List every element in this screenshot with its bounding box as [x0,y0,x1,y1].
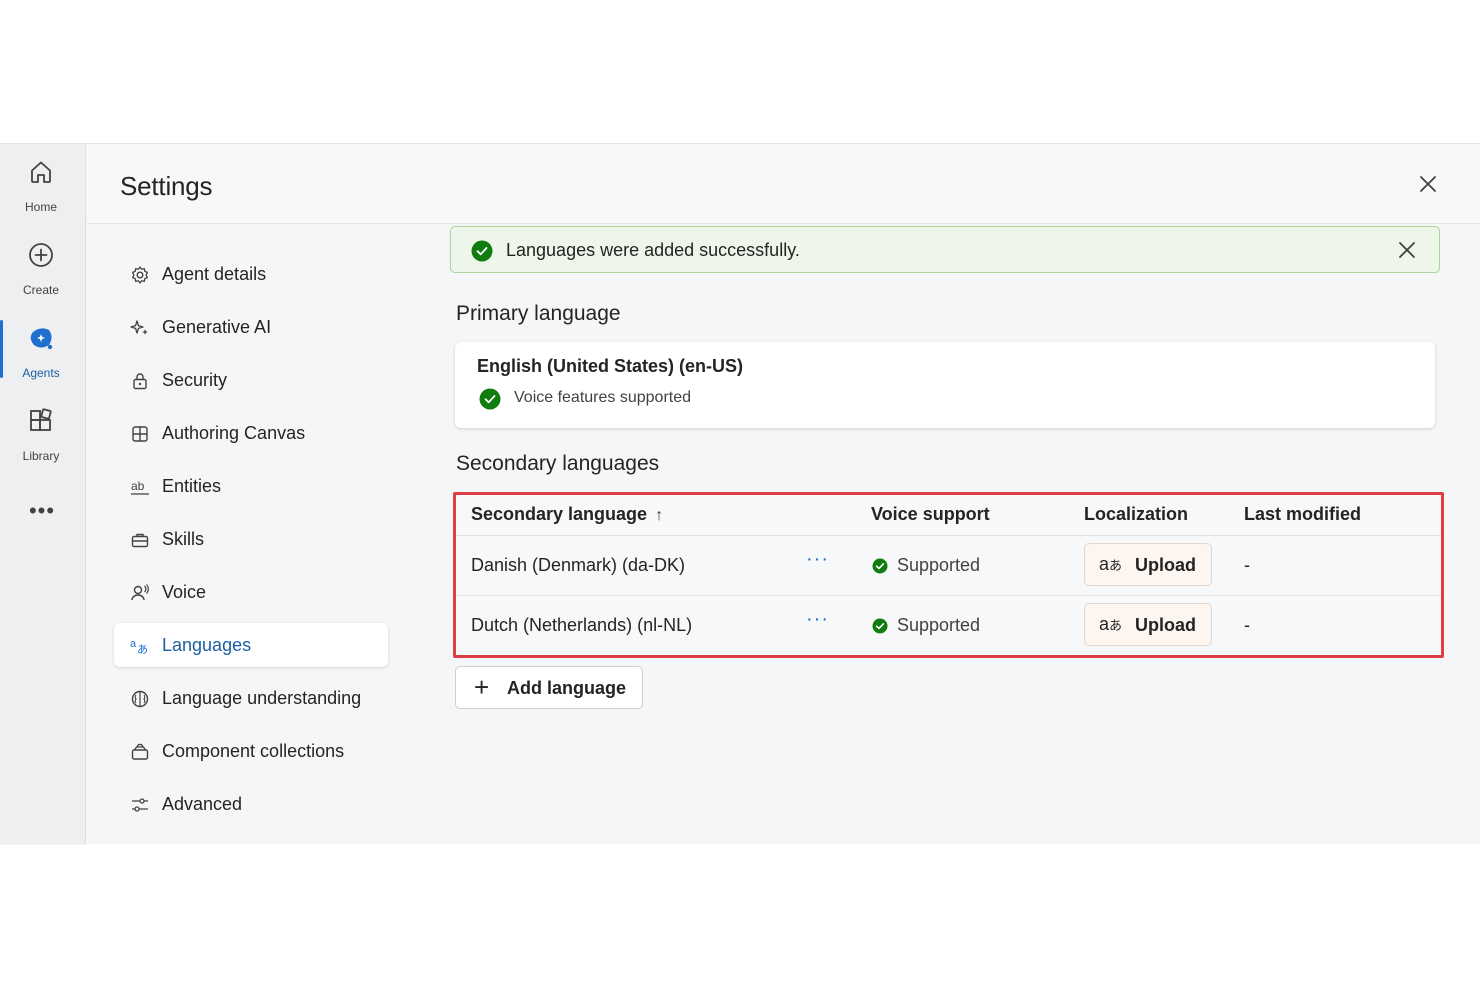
rail-label-create: Create [22,283,60,297]
upload-label: Upload [1135,555,1196,575]
nav-label: Entities [162,476,222,496]
nav-label: Skills [162,529,205,549]
dismiss-toast-icon[interactable] [1397,240,1417,260]
rail-label-home: Home [24,200,57,214]
grid-icon [130,424,150,444]
upload-label: Upload [1135,615,1196,635]
settings-header: Settings [87,144,1480,224]
nav-item-security[interactable]: Security [114,358,388,402]
plus-circle-icon [27,241,55,269]
nav-item-voice[interactable]: Voice [114,570,388,614]
nav-item-entities[interactable]: ab Entities [114,464,388,508]
last-modified-value: - [1244,615,1250,635]
left-rail: Home Create Agents Library ••• [0,144,86,845]
voice-features-status: Voice features supported [514,389,692,406]
agents-icon [27,324,55,352]
nav-item-languages[interactable]: aあ Languages [114,623,388,667]
toast-message: Languages were added successfully. [506,240,800,260]
rail-item-library[interactable]: Library [0,399,86,469]
supported-check-icon [872,618,888,634]
text-ab-icon: ab [130,477,150,497]
nav-label: Component collections [162,741,345,761]
sort-ascending-icon: ↑ [655,507,664,524]
rail-item-home[interactable]: Home [0,150,86,220]
nav-item-component-collections[interactable]: Component collections [114,729,388,773]
nav-label: Voice [162,582,207,602]
success-check-icon [471,240,493,262]
collection-icon [130,742,150,762]
translate-icon: aあ [1099,554,1123,574]
primary-language-name: English (United States) (en-US) [477,356,744,376]
primary-language-card: English (United States) (en-US) Voice fe… [455,342,1435,428]
table-row: Dutch (Netherlands) (nl-NL) ··· Supporte… [456,596,1441,656]
upload-localization-button[interactable]: aあ Upload [1084,603,1212,646]
nav-item-language-understanding[interactable]: Language understanding [114,676,388,720]
success-check-icon [479,388,501,410]
nav-item-advanced[interactable]: Advanced [114,782,388,826]
rail-label-library: Library [22,449,60,463]
lock-icon [130,371,150,391]
voice-person-icon [130,583,150,603]
row-actions-icon[interactable]: ··· [806,548,829,571]
voice-support-status: Supported [897,615,981,635]
add-language-button[interactable]: + Add language [455,666,643,709]
svg-text:a: a [130,638,137,650]
success-toast: Languages were added successfully. [450,226,1440,273]
voice-support-status: Supported [897,555,981,575]
home-icon [27,158,55,186]
sparkle-icon [130,318,150,338]
row-actions-icon[interactable]: ··· [806,608,829,631]
supported-check-icon [872,558,888,574]
table-header-row: Secondary language ↑ Voice support Locali… [456,495,1441,536]
nav-label: Security [162,370,228,390]
table-row: Danish (Denmark) (da-DK) ··· Supported a… [456,536,1441,596]
svg-text:あ: あ [137,643,148,656]
sliders-icon [130,795,150,815]
column-header-secondary-language[interactable]: Secondary language ↑ [471,504,663,525]
language-name: Dutch (Netherlands) (nl-NL) [471,615,693,635]
rail-item-agents[interactable]: Agents [0,316,86,386]
nav-label: Agent details [162,264,267,284]
nav-label: Generative AI [162,317,272,337]
translate-icon: aあ [1099,614,1123,634]
nav-item-agent-details[interactable]: Agent details [114,252,388,296]
more-options-icon[interactable]: ••• [28,500,56,524]
nav-item-skills[interactable]: Skills [114,517,388,561]
last-modified-value: - [1244,555,1250,575]
rail-item-create[interactable]: Create [0,233,86,303]
secondary-languages-heading: Secondary languages [456,452,660,475]
library-icon [27,407,55,435]
nav-label: Authoring Canvas [162,423,306,443]
plus-icon: + [474,672,490,702]
rail-label-agents: Agents [22,366,60,380]
nav-item-generative-ai[interactable]: Generative AI [114,305,388,349]
translate-icon: aあ [130,636,150,656]
column-header-last-modified: Last modified [1244,504,1362,524]
svg-text:ab: ab [131,479,145,493]
language-name: Danish (Denmark) (da-DK) [471,555,686,575]
secondary-languages-table: Secondary language ↑ Voice support Locali… [453,492,1444,658]
column-header-label: Secondary language [471,504,648,524]
add-language-label: Add language [507,678,627,698]
gear-icon [130,265,150,285]
primary-language-heading: Primary language [456,302,621,325]
column-header-localization: Localization [1084,504,1189,524]
nav-label: Language understanding [162,688,362,708]
nav-label: Advanced [162,794,243,814]
close-icon[interactable] [1416,172,1440,196]
nav-label: Languages [162,635,252,655]
nav-item-authoring-canvas[interactable]: Authoring Canvas [114,411,388,455]
brain-icon [130,689,150,709]
toolbox-icon [130,530,150,550]
column-header-voice-support: Voice support [871,504,990,524]
upload-localization-button[interactable]: aあ Upload [1084,543,1212,586]
page-title: Settings [120,171,213,201]
app-window: Home Create Agents Library ••• Settings [0,143,1480,845]
